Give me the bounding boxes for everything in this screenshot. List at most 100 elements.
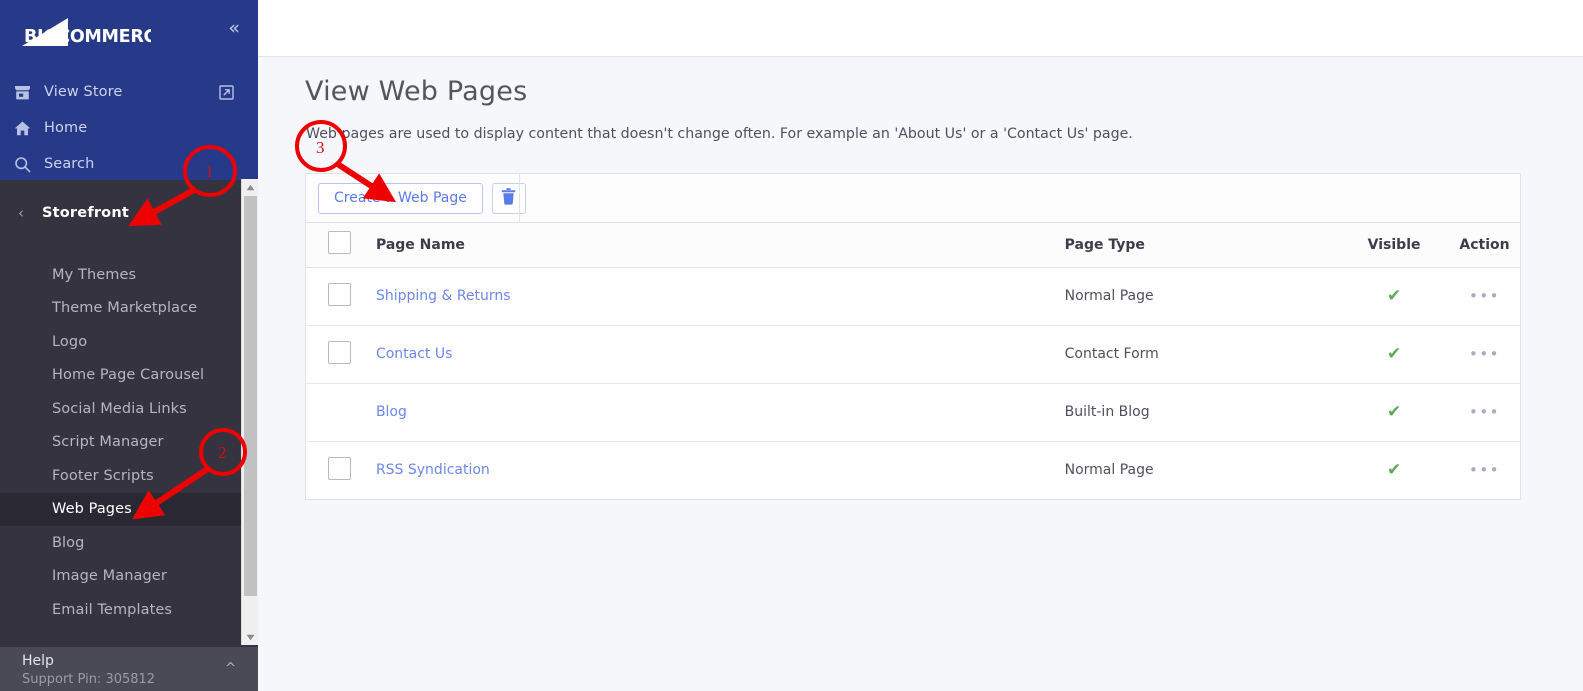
search-icon [0,156,44,173]
logo-row: BIGCOMMERCE « [0,0,258,62]
column-header-page-type[interactable]: Page Type [1065,223,1340,267]
sidebar-item-label: Social Media Links [52,401,187,417]
sidebar-collapse-icon[interactable]: « [228,19,240,38]
annotation-number-3: 3 [316,138,325,158]
sidebar-item-home[interactable]: Home [0,110,258,146]
sidebar-item-theme-marketplace[interactable]: Theme Marketplace [0,292,242,326]
page-name-link[interactable]: Shipping & Returns [376,288,511,304]
row-checkbox[interactable] [328,341,351,364]
sidebar-item-search[interactable]: Search [0,146,258,182]
column-header-page-name[interactable]: Page Name [376,223,1065,267]
sidebar-section-title: Storefront [42,205,129,221]
ellipsis-icon[interactable]: ••• [1469,287,1500,305]
help-footer[interactable]: Help Support Pin: 305812 ^ [0,647,258,691]
row-visible-cell: ✔ [1339,383,1449,441]
row-page-name-cell: Blog [376,383,1065,441]
external-link-icon[interactable] [219,85,234,100]
page-subtitle: Web pages are used to display content th… [306,126,1133,142]
home-icon [0,120,44,137]
sidebar-scrollbar-thumb[interactable] [244,196,257,596]
row-action-cell: ••• [1449,325,1520,383]
svg-text:BIGCOMMERCE: BIGCOMMERCE [24,27,151,47]
sidebar-item-image-manager[interactable]: Image Manager [0,560,242,594]
page-name-link[interactable]: Blog [376,404,407,420]
select-all-header [306,223,376,267]
sidebar-item-script-manager[interactable]: Script Manager [0,426,242,460]
web-pages-table: Page Name Page Type Visible Action Shipp… [306,223,1520,499]
sidebar-item-label: Image Manager [52,568,167,584]
support-pin: Support Pin: 305812 [22,672,155,687]
sidebar-subnav: My Themes Theme Marketplace Logo Home Pa… [0,258,242,627]
row-checkbox-cell [306,441,376,499]
row-page-type-cell: Contact Form [1065,325,1340,383]
sidebar-item-home-page-carousel[interactable]: Home Page Carousel [0,359,242,393]
sidebar-scrollbar[interactable] [241,179,258,645]
row-checkbox-cell [306,325,376,383]
annotation-number-1: 1 [205,162,214,182]
chevron-left-icon[interactable]: ‹ [0,204,42,222]
visible-check-icon: ✔ [1387,402,1401,422]
row-checkbox[interactable] [328,457,351,480]
chevron-up-icon[interactable]: ^ [225,661,236,676]
ellipsis-icon[interactable]: ••• [1469,403,1500,421]
table-row: RSS Syndication Normal Page ✔ ••• [306,441,1520,499]
page-title: View Web Pages [305,76,527,107]
sidebar-item-label: Logo [52,334,87,350]
sidebar-item-email-templates[interactable]: Email Templates [0,593,242,627]
row-page-name-cell: RSS Syndication [376,441,1065,499]
trash-icon [501,188,516,209]
sidebar-item-view-store[interactable]: View Store [0,74,258,110]
sidebar-item-label: Home [44,120,87,136]
sidebar-item-label: Footer Scripts [52,468,154,484]
row-checkbox-cell [306,383,376,441]
page-name-link[interactable]: Contact Us [376,346,452,362]
sidebar-item-social-media-links[interactable]: Social Media Links [0,392,242,426]
row-page-name-cell: Shipping & Returns [376,267,1065,325]
sidebar-brand-section: BIGCOMMERCE « View Store [0,0,258,180]
sidebar-item-footer-scripts[interactable]: Footer Scripts [0,459,242,493]
sidebar-item-label: Home Page Carousel [52,367,204,383]
row-page-type-cell: Normal Page [1065,267,1340,325]
sidebar-item-my-themes[interactable]: My Themes [0,258,242,292]
table-header-row: Page Name Page Type Visible Action [306,223,1520,267]
sidebar-item-label: Script Manager [52,434,164,450]
column-header-visible[interactable]: Visible [1339,223,1449,267]
table-header: Page Name Page Type Visible Action [306,223,1520,267]
bigcommerce-logo[interactable]: BIGCOMMERCE [16,16,151,48]
row-action-cell: ••• [1449,383,1520,441]
row-page-name-cell: Contact Us [376,325,1065,383]
table-toolbar: Create a Web Page [306,174,1520,223]
row-checkbox-cell [306,267,376,325]
visible-check-icon: ✔ [1387,344,1401,364]
table-row: Blog Built-in Blog ✔ ••• [306,383,1520,441]
web-pages-panel: Create a Web Page [305,173,1521,500]
page-name-link[interactable]: RSS Syndication [376,462,490,478]
sidebar: BIGCOMMERCE « View Store [0,0,258,691]
caret-down-icon[interactable] [242,629,258,645]
row-visible-cell: ✔ [1339,267,1449,325]
visible-check-icon: ✔ [1387,286,1401,306]
sidebar-item-web-pages[interactable]: Web Pages [0,493,242,527]
toolbar-divider [519,174,520,223]
sidebar-item-blog[interactable]: Blog [0,526,242,560]
row-visible-cell: ✔ [1339,325,1449,383]
delete-button[interactable] [492,183,526,214]
select-all-checkbox[interactable] [328,231,351,254]
annotation-number-2: 2 [218,443,227,463]
caret-up-icon[interactable] [242,179,258,195]
top-header-bar [258,0,1583,57]
row-checkbox[interactable] [328,283,351,306]
table-row: Contact Us Contact Form ✔ ••• [306,325,1520,383]
sidebar-item-label: Web Pages [52,501,132,517]
sidebar-item-label: Blog [52,535,84,551]
ellipsis-icon[interactable]: ••• [1469,461,1500,479]
sidebar-item-label: My Themes [52,267,136,283]
create-web-page-button[interactable]: Create a Web Page [318,183,483,214]
ellipsis-icon[interactable]: ••• [1469,345,1500,363]
main-content: View Web Pages Web pages are used to dis… [258,0,1583,691]
column-header-action: Action [1449,223,1520,267]
sidebar-item-label: Search [44,156,94,172]
sidebar-section-storefront[interactable]: ‹ Storefront [0,192,242,234]
help-title: Help [22,653,54,669]
sidebar-item-logo[interactable]: Logo [0,325,242,359]
